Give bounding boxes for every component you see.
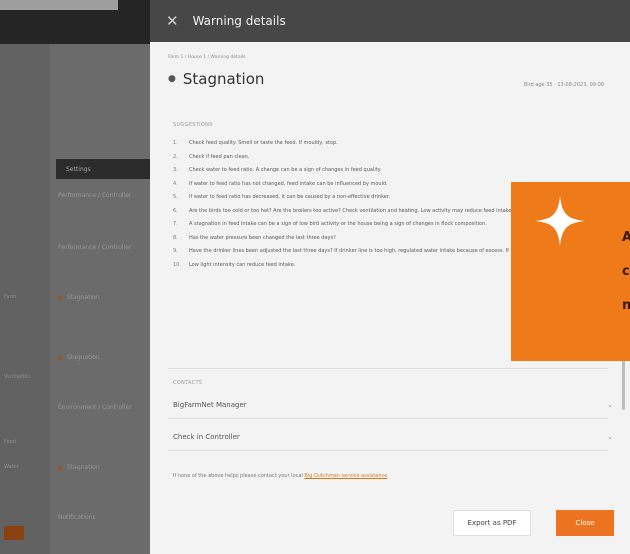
- contact-row-controller[interactable]: Check in Controller ⌄: [173, 428, 613, 446]
- list-item-number: 7.: [173, 221, 178, 227]
- drawer-title: Warning details: [192, 14, 286, 28]
- chevron-down-icon: ⌄: [607, 433, 613, 441]
- divider: [168, 450, 608, 451]
- list-item-text: A stagnation in feed intake can be a sig…: [189, 221, 487, 227]
- promo-text: c: [622, 264, 630, 279]
- list-item: 3. Check water to feed ratio. A change ca…: [173, 167, 603, 175]
- list-item-number: 6.: [173, 207, 178, 214]
- list-item-text: Are the birds too cold or too hot? Are t…: [189, 207, 514, 214]
- list-item-number: 8.: [173, 234, 178, 241]
- breadcrumb[interactable]: Farm 1 / House 1 / Warning details: [168, 55, 245, 60]
- list-item-text: Check feed quality. Smell or taste the f…: [189, 140, 338, 146]
- drawer-header: ✕ Warning details: [150, 0, 630, 42]
- list-item-number: 1.: [173, 140, 178, 146]
- suggestions-heading: SUGGESTIONS: [173, 122, 213, 128]
- list-item-number: 4.: [173, 180, 178, 187]
- close-icon[interactable]: ✕: [166, 13, 179, 29]
- list-item-number: 10.: [173, 261, 181, 268]
- list-item-text: If water to feed ratio has not changed, …: [189, 180, 388, 187]
- divider: [168, 418, 608, 419]
- list-item-text: Check water to feed ratio. A change can …: [189, 167, 382, 173]
- contact-label: BigFarmNet Manager: [173, 401, 247, 409]
- list-item-number: 5.: [173, 194, 178, 200]
- contacts-heading: CONTACTS: [173, 380, 203, 386]
- close-button[interactable]: Close: [556, 510, 614, 536]
- list-item-text: Low light intensity can reduce feed inta…: [189, 261, 296, 268]
- chevron-down-icon: ⌄: [607, 401, 613, 409]
- list-item-text: If water to feed ratio has decreased, it…: [189, 194, 391, 200]
- warning-meta: Bird age 35 · 13-08-2023, 09:00: [523, 82, 604, 88]
- sparkle-icon: [535, 196, 585, 246]
- list-item-number: 9.: [173, 248, 178, 254]
- contact-row-bigfarmnet[interactable]: BigFarmNet Manager ⌄: [173, 396, 613, 414]
- list-item-text: Has the water pressure been changed the …: [189, 234, 336, 241]
- list-item-text: Check if feed pan clean.: [189, 153, 250, 160]
- promo-text: n: [622, 298, 630, 313]
- export-pdf-button[interactable]: Export as PDF: [453, 510, 531, 536]
- warning-dot-icon: ●: [168, 74, 176, 84]
- list-item-number: 2.: [173, 153, 178, 160]
- promo-card[interactable]: A c n: [511, 182, 630, 361]
- contact-footnote: If none of the above helps please contac…: [173, 473, 387, 479]
- service-assistance-link[interactable]: Big Dutchman service assistance: [304, 473, 387, 479]
- list-item-number: 3.: [173, 167, 178, 173]
- list-item: 1. Check feed quality. Smell or taste the…: [173, 140, 603, 148]
- page-title-text: Stagnation: [182, 70, 265, 88]
- contact-label: Check in Controller: [173, 433, 240, 441]
- page-title: ● Stagnation: [168, 70, 264, 88]
- promo-text: A: [622, 230, 630, 245]
- list-item: 2. Check if feed pan clean.: [173, 154, 603, 162]
- footnote-text: If none of the above helps please contac…: [173, 473, 303, 479]
- divider: [168, 368, 608, 369]
